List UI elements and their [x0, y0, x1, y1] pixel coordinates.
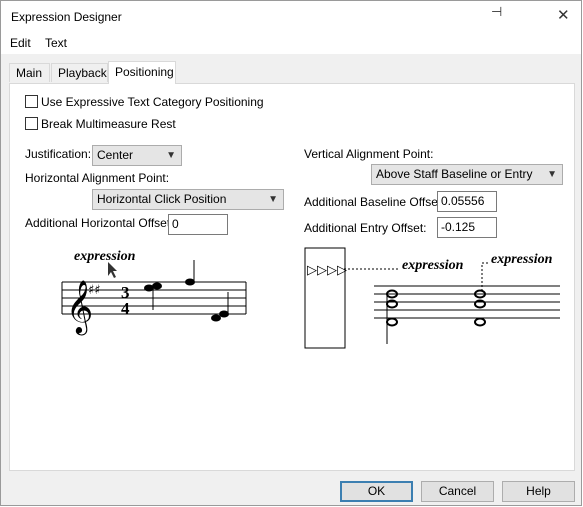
chevron-down-icon: ▼: [166, 150, 176, 161]
tab-playback[interactable]: Playback: [51, 63, 108, 82]
use-category-checkbox[interactable]: [25, 95, 38, 108]
horizontal-preview: expression 𝄞 ♯♯ 3 4: [61, 249, 247, 335]
break-mm-label: Break Multimeasure Rest: [41, 117, 176, 131]
preview-expression-mid: expression: [402, 258, 464, 273]
key-signature-icon: ♯♯: [88, 283, 101, 298]
help-button[interactable]: Help: [502, 481, 575, 502]
break-mm-checkbox[interactable]: [25, 117, 38, 130]
dashed-guide-right: [481, 262, 490, 291]
title-bar: Expression Designer ⊣ ✕: [1, 1, 581, 32]
horizontal-value: Horizontal Click Position: [97, 192, 227, 206]
justification-value: Center: [97, 148, 134, 162]
close-icon[interactable]: ✕: [557, 6, 570, 24]
chevron-down-icon: ▼: [268, 194, 278, 205]
justification-select[interactable]: Center ▼: [92, 145, 182, 166]
expression-designer-window: Expression Designer ⊣ ✕ Edit Text Main P…: [0, 0, 582, 506]
baseline-offset-label: Additional Baseline Offset:: [304, 195, 445, 209]
chords-icon: [386, 289, 486, 344]
justification-label: Justification:: [25, 147, 92, 161]
time-sig-bottom-icon: 4: [121, 299, 130, 318]
horizontal-select[interactable]: Horizontal Click Position ▼: [92, 189, 284, 210]
h-offset-label: Additional Horizontal Offset:: [25, 216, 174, 230]
menu-bar: Edit Text: [1, 32, 581, 54]
vertical-select[interactable]: Above Staff Baseline or Entry ▼: [371, 164, 563, 185]
menu-edit[interactable]: Edit: [10, 36, 31, 50]
window-title: Expression Designer: [11, 10, 122, 24]
pin-icon[interactable]: ⊣: [491, 4, 502, 20]
horizontal-label: Horizontal Alignment Point:: [25, 171, 170, 185]
preview-expression-right: expression: [491, 252, 553, 267]
baseline-offset-input[interactable]: 0.05556: [437, 191, 497, 212]
vertical-preview: ▷▷▷▷ expression expression: [304, 247, 560, 349]
cancel-button[interactable]: Cancel: [421, 481, 494, 502]
tab-main[interactable]: Main: [9, 63, 50, 82]
vertical-value: Above Staff Baseline or Entry: [376, 167, 533, 181]
h-offset-input[interactable]: 0: [168, 214, 228, 235]
triangles-icon: ▷▷▷▷: [307, 263, 347, 278]
cursor-icon: [108, 262, 117, 278]
chevron-down-icon: ▼: [547, 169, 557, 180]
entry-offset-label: Additional Entry Offset:: [304, 221, 427, 235]
positioning-panel: Use Expressive Text Category Positioning…: [9, 83, 575, 471]
entry-offset-input[interactable]: -0.125: [437, 217, 497, 238]
notes-icon: [144, 260, 229, 322]
right-staff-lines: [374, 285, 560, 319]
ok-button[interactable]: OK: [340, 481, 413, 502]
tab-positioning[interactable]: Positioning: [108, 61, 176, 84]
menu-text[interactable]: Text: [45, 36, 67, 50]
preview-expression-left: expression: [74, 249, 136, 264]
vertical-label: Vertical Alignment Point:: [304, 147, 434, 161]
use-category-label: Use Expressive Text Category Positioning: [41, 95, 264, 109]
